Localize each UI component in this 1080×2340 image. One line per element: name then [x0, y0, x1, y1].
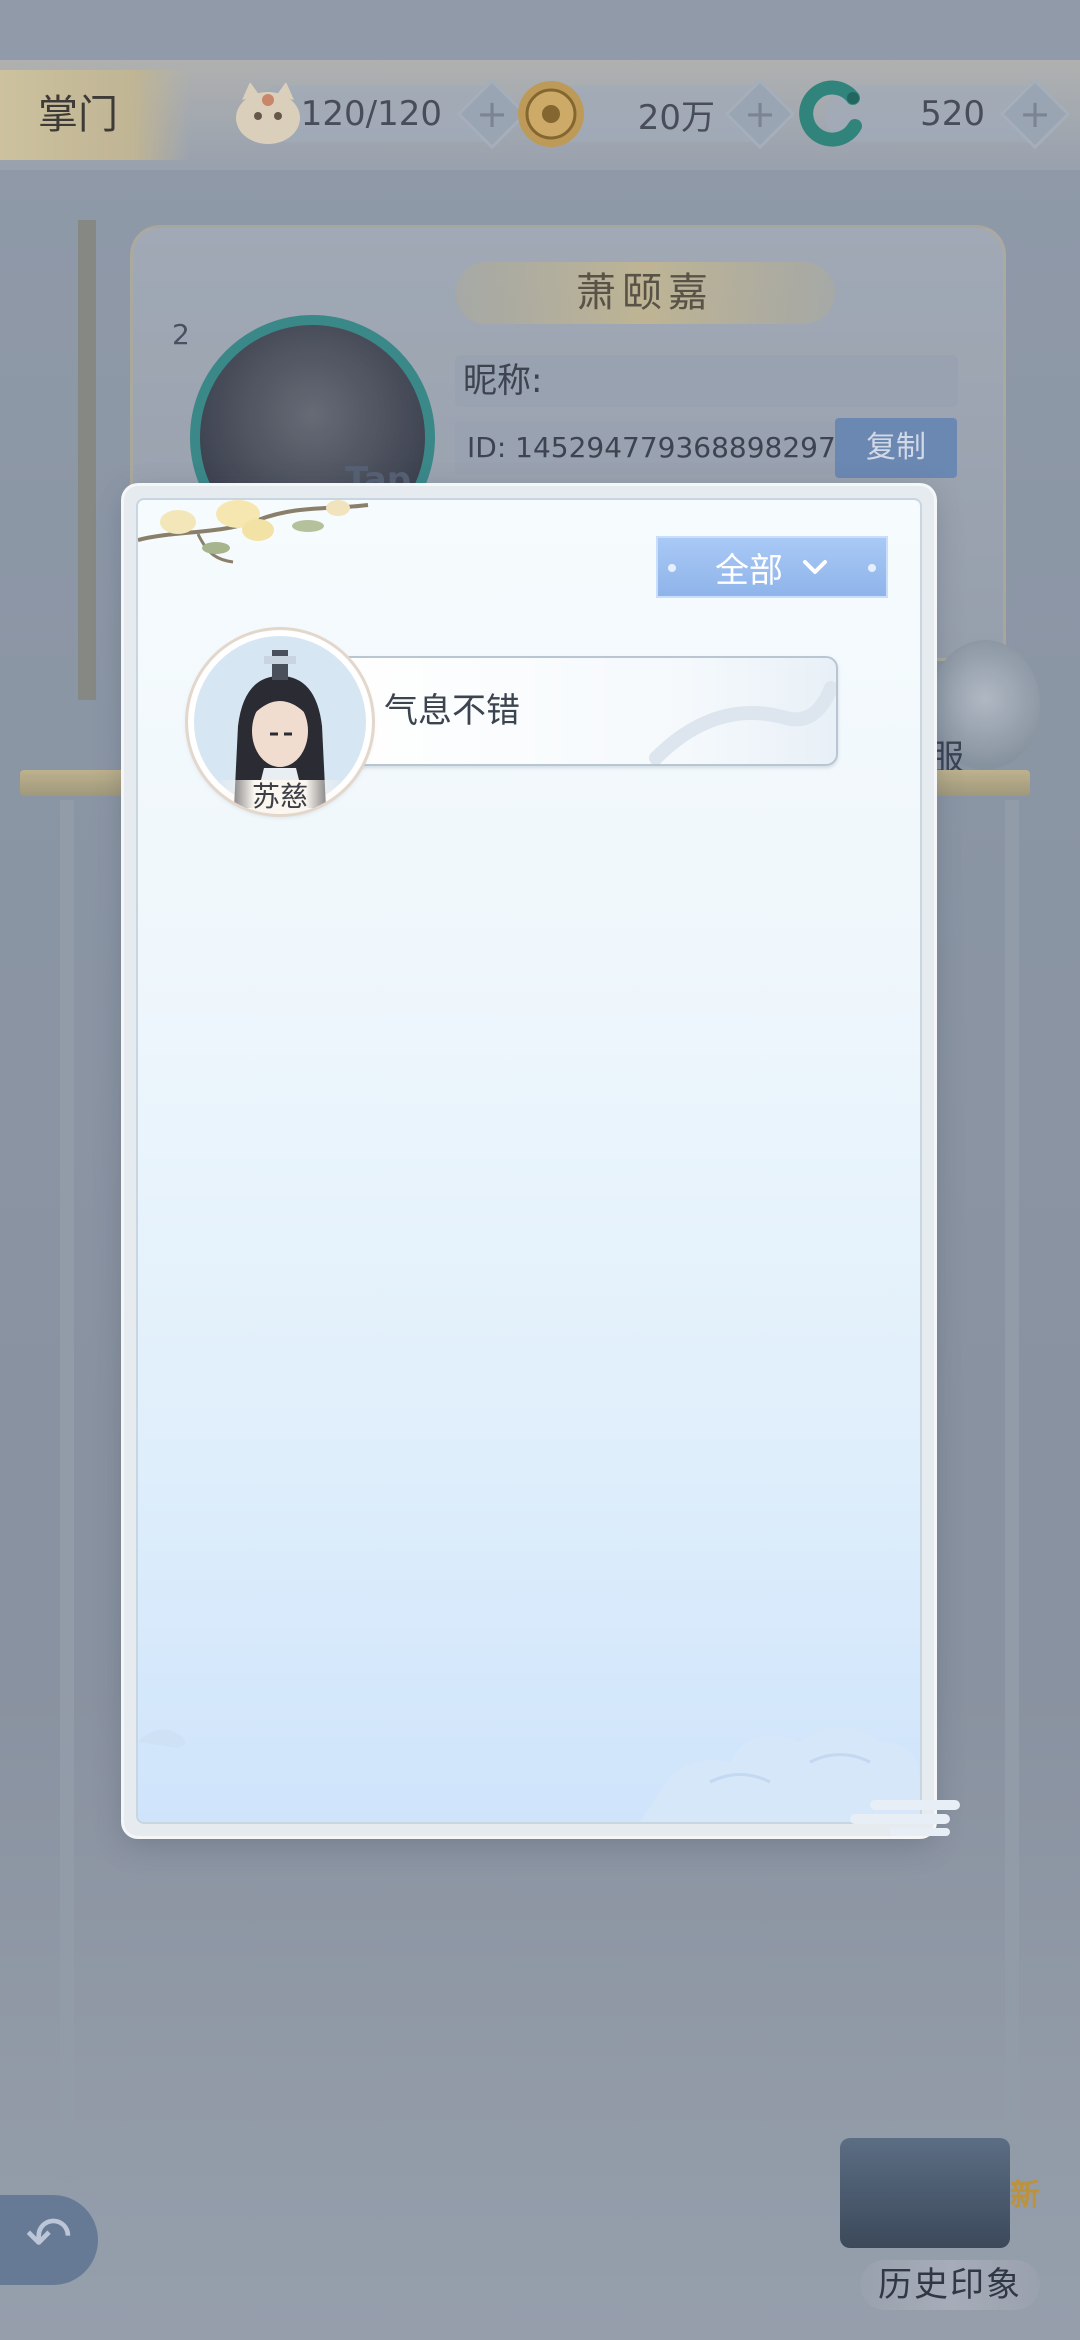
swirl-decoration-icon [649, 681, 836, 764]
modal-content: 全部 气息不错 苏慈 [136, 498, 922, 1824]
list-item: 气息不错 苏慈 [188, 630, 868, 830]
scroll-edge-icon [850, 1800, 960, 1836]
comment-bubble: 气息不错 [338, 656, 838, 766]
filter-selected-label: 全部 [715, 550, 783, 591]
comment-text: 气息不错 [384, 691, 520, 731]
chevron-down-icon [803, 560, 827, 574]
avatar[interactable]: 苏慈 [188, 630, 372, 814]
dot-decoration [868, 564, 876, 572]
cloud-icon [138, 1729, 186, 1748]
impression-modal: 全部 气息不错 苏慈 [124, 486, 934, 1836]
filter-dropdown[interactable]: 全部 [656, 536, 888, 598]
commenter-name: 苏慈 [216, 780, 344, 814]
dot-decoration [668, 564, 676, 572]
flower-branch-icon [138, 500, 369, 564]
